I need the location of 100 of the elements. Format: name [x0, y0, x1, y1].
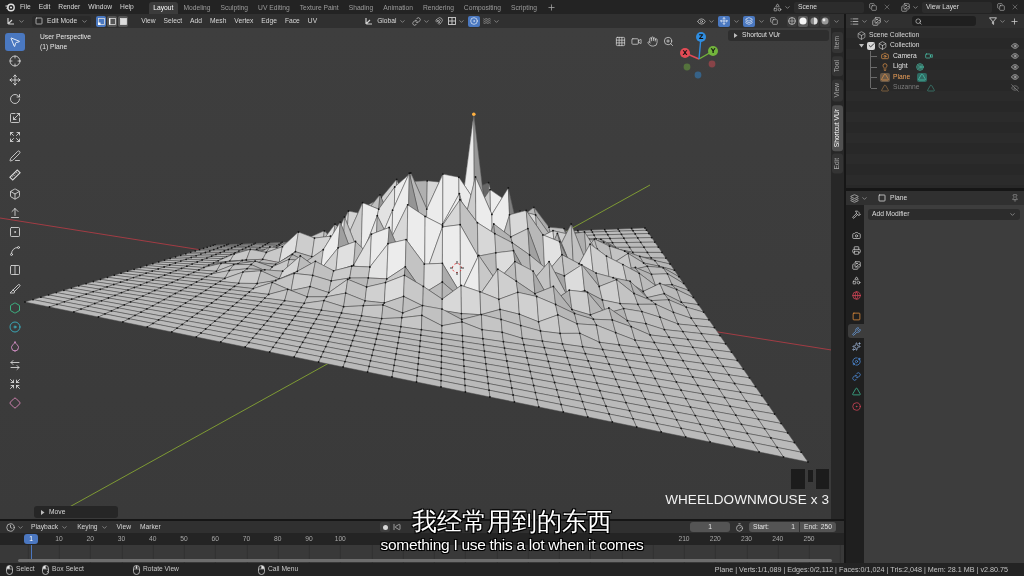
chevron-down-icon	[493, 17, 501, 25]
app-logo-icon[interactable]	[5, 2, 15, 12]
search-field[interactable]	[912, 16, 976, 26]
chevron-down-icon[interactable]	[733, 17, 740, 25]
duplicate-icon[interactable]	[868, 3, 877, 11]
chevron-down-icon[interactable]	[758, 17, 765, 25]
clock-icon	[6, 522, 15, 532]
close-icon[interactable]	[882, 3, 891, 11]
stopwatch-icon[interactable]	[735, 522, 744, 532]
negative-z-axis-handle[interactable]	[694, 71, 702, 79]
waves-icon	[483, 17, 492, 25]
face-select-button[interactable]	[118, 15, 129, 27]
playhead-line	[30, 545, 32, 559]
scale-icon	[9, 112, 21, 124]
chevron-down-icon	[861, 17, 868, 25]
close-icon[interactable]	[1010, 3, 1019, 11]
solid-sphere-icon	[799, 17, 807, 25]
editor-type-button[interactable]	[850, 193, 868, 203]
snap-target-dropdown[interactable]	[448, 17, 466, 25]
editor-type-button[interactable]	[6, 522, 24, 532]
eye-icon[interactable]	[1011, 73, 1019, 82]
filter-icon[interactable]	[989, 17, 997, 25]
hammer-icon	[851, 209, 861, 219]
chevron-down-icon	[1009, 211, 1016, 218]
view-layer-browse-button[interactable]	[901, 2, 919, 12]
camera-icon	[851, 230, 861, 240]
lightbulb-icon	[881, 62, 889, 71]
edge-square-icon	[108, 17, 116, 25]
overlay-toggle[interactable]	[743, 15, 755, 27]
magnet-icon	[435, 17, 444, 25]
properties-tab[interactable]	[848, 324, 864, 338]
editor-type-button[interactable]	[6, 16, 25, 26]
plus-icon[interactable]	[546, 2, 556, 12]
snap-toggle[interactable]	[433, 15, 446, 27]
mouse-icon	[133, 564, 140, 575]
chevron-down-icon	[861, 194, 868, 202]
negative-x-axis-handle[interactable]	[708, 60, 716, 68]
timeline-scrollbar[interactable]	[18, 559, 832, 562]
key-overlay-text: WHEELDOWNMOUSE x 3	[665, 492, 829, 506]
eye-icon[interactable]	[1011, 52, 1019, 61]
duplicate-icon[interactable]	[996, 3, 1005, 11]
pin-icon[interactable]	[1011, 194, 1019, 202]
gizmo-toggle[interactable]	[718, 15, 730, 27]
wire-sphere-icon	[788, 17, 796, 25]
negative-y-axis-handle[interactable]	[683, 63, 691, 71]
select-tool-button[interactable]	[5, 33, 25, 51]
chevron-down-icon	[883, 17, 890, 25]
arrow-up-icon	[9, 207, 21, 219]
record-button[interactable]	[380, 522, 390, 532]
pivot-dropdown[interactable]	[412, 16, 431, 26]
scene-browse-button[interactable]	[773, 2, 791, 12]
material-shading-button[interactable]	[809, 15, 819, 27]
video-camera-icon	[924, 52, 933, 61]
axes-icon	[6, 16, 16, 26]
chevron-down-icon	[912, 3, 919, 11]
checkbox[interactable]	[867, 41, 875, 50]
eye-icon[interactable]	[1011, 41, 1019, 50]
cursor-target-icon	[449, 260, 465, 276]
shapes-icon	[773, 2, 782, 12]
mouse-icon	[6, 564, 13, 575]
chevron-down-icon	[61, 523, 69, 531]
diamond-icon	[9, 397, 21, 409]
hand-icon[interactable]	[647, 36, 658, 47]
grid-icon	[448, 17, 457, 25]
shaded-sphere-icon	[821, 17, 829, 25]
overlapping-squares-icon	[770, 17, 778, 25]
display-mode-button[interactable]	[872, 16, 890, 26]
zoom-icon[interactable]	[663, 36, 674, 47]
xray-toggle[interactable]	[768, 15, 780, 27]
knife-icon	[9, 283, 21, 295]
movie-camera-icon[interactable]	[631, 36, 642, 47]
orbit-icon	[851, 356, 861, 366]
circle-dot-icon	[851, 401, 861, 411]
circle-dot-icon	[470, 17, 479, 25]
eye-slash-icon[interactable]	[1011, 83, 1019, 92]
square-icon	[35, 17, 43, 25]
editor-type-button[interactable]	[850, 16, 868, 26]
chevron-down-icon	[18, 17, 25, 25]
edge-select-button[interactable]	[107, 15, 118, 27]
wireframe-shading-button[interactable]	[787, 15, 797, 27]
solid-shading-button[interactable]	[798, 15, 808, 27]
record-dot-icon	[382, 524, 388, 530]
filter-button[interactable]	[989, 17, 1006, 25]
vertex-select-button[interactable]	[96, 15, 107, 27]
square-icon	[878, 194, 886, 202]
layers-icon	[850, 193, 859, 203]
proportional-toggle[interactable]	[468, 15, 481, 27]
chevron-down-icon[interactable]	[833, 17, 840, 25]
rendered-shading-button[interactable]	[820, 15, 830, 27]
hexagon-icon	[9, 302, 21, 314]
square-icon	[851, 311, 861, 321]
visibility-dropdown[interactable]	[697, 16, 715, 26]
eye-icon[interactable]	[1011, 62, 1019, 71]
sparkles-icon	[851, 341, 861, 351]
split-square-icon	[9, 264, 21, 276]
plus-icon[interactable]	[1010, 16, 1019, 26]
skip-back-icon[interactable]	[393, 523, 401, 531]
rotate-arrow-icon	[9, 93, 21, 105]
grid-icon[interactable]	[615, 36, 626, 47]
chevron-down-icon	[399, 17, 407, 25]
